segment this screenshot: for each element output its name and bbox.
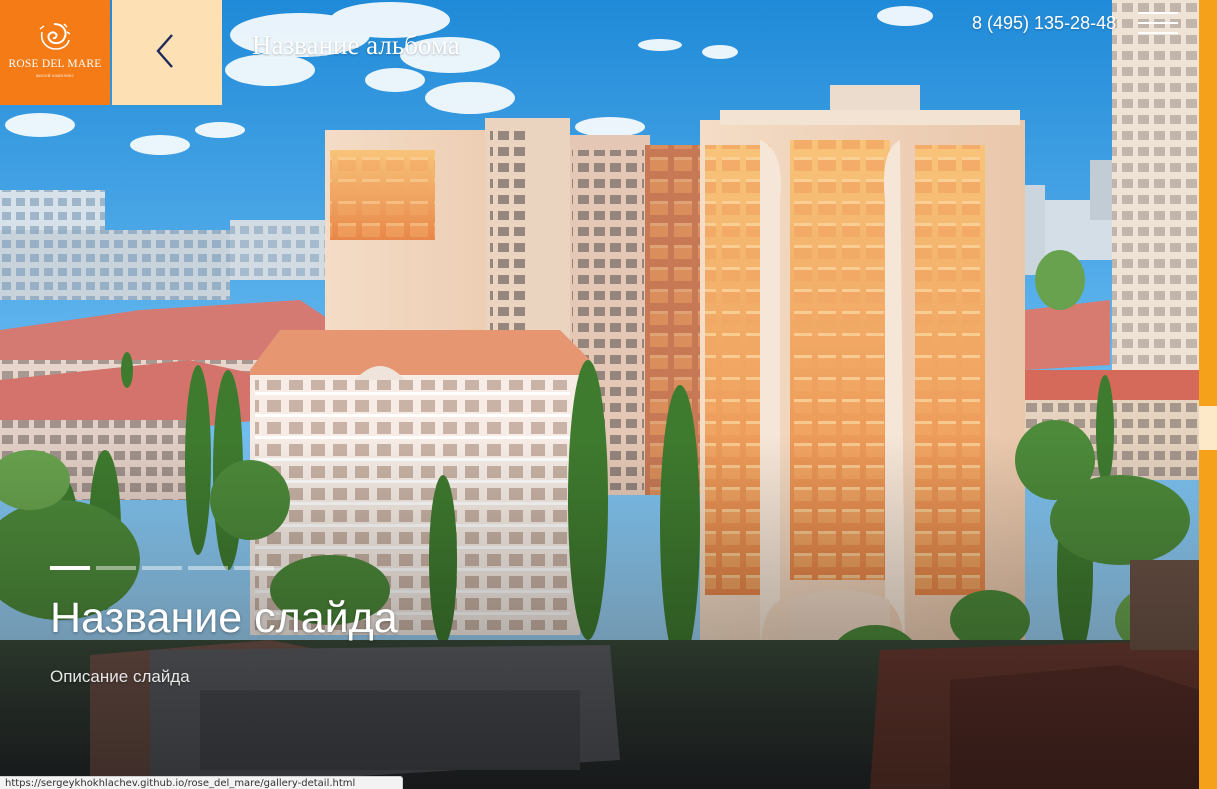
slide-description: Описание слайда bbox=[50, 667, 190, 686]
slide-dot-2[interactable] bbox=[96, 566, 136, 570]
brand-logo[interactable]: ROSE DEL MARE жилой комплекс bbox=[0, 0, 110, 105]
hamburger-menu-icon[interactable] bbox=[1138, 12, 1178, 34]
slide-dot-3[interactable] bbox=[142, 566, 182, 570]
status-bar-url: https://sergeykhokhlachev.github.io/rose… bbox=[0, 776, 403, 789]
slide-dot-5[interactable] bbox=[234, 566, 274, 570]
back-button[interactable] bbox=[112, 0, 222, 105]
slide-dot-4[interactable] bbox=[188, 566, 228, 570]
gallery-page: ROSE DEL MARE жилой комплекс Название ал… bbox=[0, 0, 1217, 789]
brand-tagline: жилой комплекс bbox=[35, 73, 75, 78]
scrollbar-thumb[interactable] bbox=[1199, 406, 1217, 450]
scrollbar-track[interactable] bbox=[1199, 0, 1217, 789]
chevron-left-icon bbox=[156, 34, 173, 68]
slide-dot-1[interactable] bbox=[50, 566, 90, 570]
slide-title: Название слайда bbox=[50, 594, 398, 642]
brand-name: ROSE DEL MARE bbox=[8, 58, 102, 70]
album-title: Название альбома bbox=[252, 30, 460, 60]
rose-spiral-icon bbox=[39, 23, 71, 50]
phone-number-link[interactable]: 8 (495) 135-28-48 bbox=[972, 13, 1116, 34]
